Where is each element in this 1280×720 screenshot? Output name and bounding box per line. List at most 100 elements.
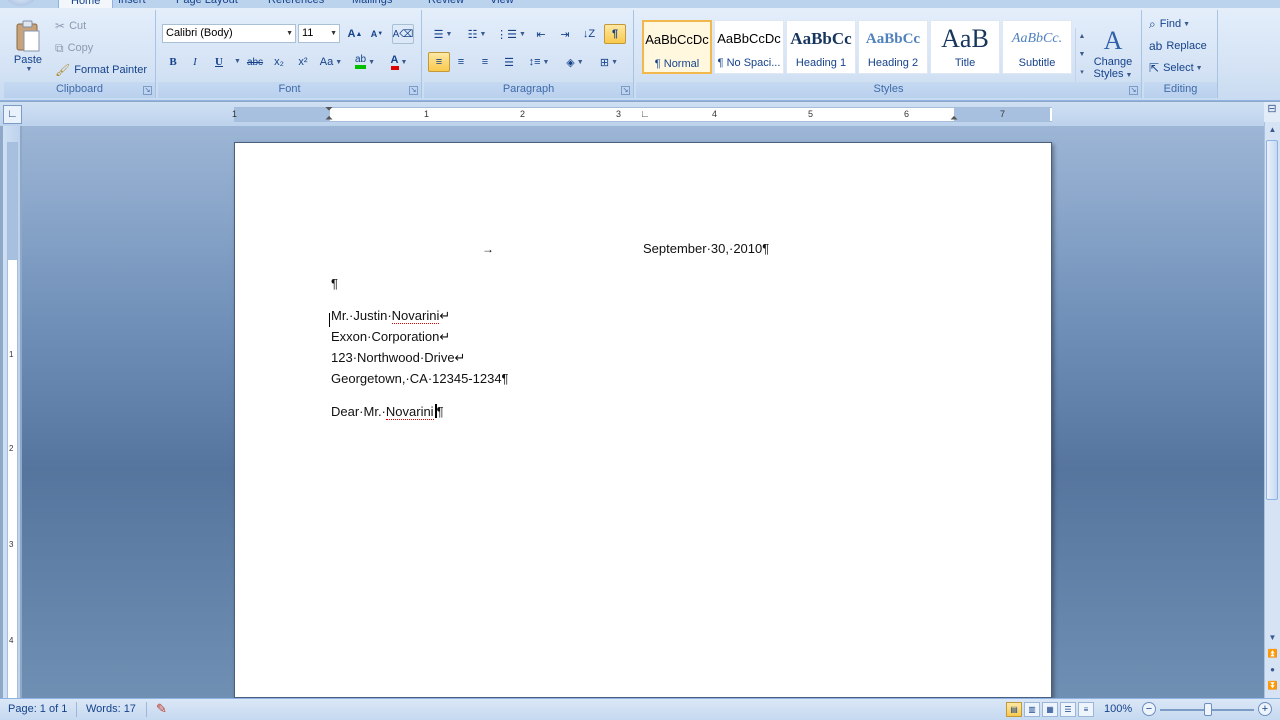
- style-heading-1[interactable]: AaBbCc Heading 1: [786, 20, 856, 74]
- underline-button[interactable]: U: [208, 52, 230, 72]
- align-center-button[interactable]: ≡: [450, 52, 472, 72]
- right-indent-marker[interactable]: ⏶: [950, 113, 958, 124]
- view-ruler-icon[interactable]: ⊟: [1264, 102, 1280, 122]
- borders-button[interactable]: ⊞ ▼: [594, 52, 624, 72]
- office-button[interactable]: [6, 0, 36, 6]
- sort-button[interactable]: ↓Z: [578, 24, 600, 44]
- previous-page-icon[interactable]: ⏫: [1265, 646, 1280, 662]
- tab-references[interactable]: References: [268, 0, 324, 8]
- empty-paragraph[interactable]: ¶: [331, 276, 338, 291]
- horizontal-ruler[interactable]: 1 1 2 3 4 5 6 7 ⏷ ⏶ ∟ ⏶: [232, 104, 1052, 124]
- tab-mailings[interactable]: Mailings: [352, 0, 392, 8]
- tab-insert[interactable]: Insert: [118, 0, 146, 8]
- increase-indent-button[interactable]: ⇥: [554, 24, 576, 44]
- paste-button[interactable]: Paste ▼: [8, 14, 48, 78]
- document-page[interactable]: → September·30,·2010¶ ¶ Mr.·Justin·Novar…: [234, 142, 1052, 698]
- paragraph-launcher-icon[interactable]: ↘: [621, 86, 630, 95]
- tab-home[interactable]: Home: [58, 0, 114, 8]
- gallery-up-icon[interactable]: ▲: [1076, 28, 1088, 46]
- style-name: Subtitle: [1018, 57, 1056, 69]
- italic-button[interactable]: I: [184, 52, 206, 72]
- print-layout-view-icon[interactable]: ▤: [1006, 702, 1022, 717]
- style-name: Heading 1: [795, 57, 847, 69]
- full-screen-reading-icon[interactable]: ▥: [1024, 702, 1040, 717]
- grow-font-button[interactable]: A ▲: [344, 24, 366, 44]
- vertical-scrollbar[interactable]: ▲ ▼ ⏫ ● ⏬: [1264, 102, 1280, 698]
- chevron-down-icon: ▼: [330, 30, 337, 37]
- style-subtitle[interactable]: AaBbCc. Subtitle: [1002, 20, 1072, 74]
- line-spacing-button[interactable]: ↕≡ ▼: [524, 52, 554, 72]
- replace-button[interactable]: ab Replace: [1148, 36, 1208, 56]
- justify-button[interactable]: ☰: [498, 52, 520, 72]
- format-painter-button[interactable]: 🖌 Format Painter: [54, 60, 148, 80]
- vertical-ruler[interactable]: 1 2 3 4: [3, 126, 20, 702]
- align-left-button[interactable]: ≡: [428, 52, 450, 72]
- web-layout-icon[interactable]: ▦: [1042, 702, 1058, 717]
- clear-formatting-button[interactable]: A⌫: [392, 24, 414, 44]
- cut-button[interactable]: ✂ Cut: [54, 16, 87, 36]
- shading-button[interactable]: ◈ ▼: [560, 52, 590, 72]
- outline-view-icon[interactable]: ☰: [1060, 702, 1076, 717]
- underline-dropdown-icon[interactable]: ▼: [234, 58, 241, 65]
- scroll-down-icon[interactable]: ▼: [1265, 630, 1280, 646]
- font-size-combo[interactable]: 11 ▼: [298, 24, 340, 43]
- shrink-font-button[interactable]: A ▼: [366, 24, 388, 44]
- style-heading-2[interactable]: AaBbCc Heading 2: [858, 20, 928, 74]
- change-styles-button[interactable]: A Change Styles ▼: [1090, 18, 1136, 88]
- style-sample: AaBbCc: [790, 29, 852, 48]
- style-normal[interactable]: AaBbCcDc ¶ Normal: [642, 20, 712, 74]
- paragraph-group: ☰ ▼ ☷ ▼ ⋮☰ ▼ ⇤ ⇥ ↓Z ¶ ≡ ≡ ≡ ☰ ↕≡ ▼ ◈ ▼ ⊞…: [424, 10, 634, 98]
- show-formatting-marks-button[interactable]: ¶: [604, 24, 626, 44]
- superscript-button[interactable]: x²: [292, 52, 314, 72]
- ribbon-tab-strip: Home Insert Page Layout References Maili…: [0, 0, 1280, 8]
- zoom-level[interactable]: 100%: [1104, 703, 1132, 715]
- font-launcher-icon[interactable]: ↘: [409, 86, 418, 95]
- align-right-button[interactable]: ≡: [474, 52, 496, 72]
- bold-button[interactable]: B: [162, 52, 184, 72]
- subscript-button[interactable]: x₂: [268, 52, 290, 72]
- gallery-more-icon[interactable]: ▾: [1076, 64, 1088, 82]
- proofing-errors-icon[interactable]: ✎: [156, 701, 167, 717]
- copy-button[interactable]: ⧉ Copy: [54, 38, 94, 58]
- word-count[interactable]: Words: 17: [86, 703, 136, 715]
- draft-view-icon[interactable]: ≡: [1078, 702, 1094, 717]
- date-line[interactable]: September·30,·2010¶: [643, 241, 769, 256]
- tab-view[interactable]: View: [490, 0, 514, 8]
- copy-label: Copy: [67, 42, 94, 54]
- font-color-button[interactable]: A ▼: [384, 52, 414, 72]
- change-styles-label-1: Change: [1093, 56, 1133, 68]
- scroll-thumb[interactable]: [1266, 140, 1278, 500]
- decrease-indent-button[interactable]: ⇤: [530, 24, 552, 44]
- zoom-slider-thumb[interactable]: [1204, 703, 1212, 716]
- change-case-button[interactable]: Aa ▼: [318, 52, 344, 72]
- hanging-indent-marker[interactable]: ⏶: [325, 113, 333, 124]
- font-family-combo[interactable]: Calibri (Body) ▼: [162, 24, 296, 43]
- find-button[interactable]: ⌕ Find ▼: [1148, 14, 1191, 34]
- tab-review[interactable]: Review: [428, 0, 464, 8]
- street-line[interactable]: 123·Northwood·Drive↵: [331, 350, 465, 366]
- highlight-color-button[interactable]: ab ▼: [350, 52, 380, 72]
- company-line[interactable]: Exxon·Corporation↵: [331, 329, 450, 345]
- zoom-out-icon[interactable]: −: [1142, 702, 1156, 716]
- bullets-button[interactable]: ☰ ▼: [428, 24, 458, 44]
- numbering-button[interactable]: ☷ ▼: [462, 24, 492, 44]
- strikethrough-button[interactable]: abc: [244, 52, 266, 72]
- gallery-down-icon[interactable]: ▼: [1076, 46, 1088, 64]
- zoom-in-icon[interactable]: +: [1258, 702, 1272, 716]
- style-no-spacing[interactable]: AaBbCcDc ¶ No Spaci...: [714, 20, 784, 74]
- page-count[interactable]: Page: 1 of 1: [8, 703, 67, 715]
- city-line[interactable]: Georgetown,·CA·12345-1234¶: [331, 371, 509, 386]
- tab-stop-marker[interactable]: ∟: [640, 109, 650, 120]
- multilevel-list-button[interactable]: ⋮☰ ▼: [496, 24, 526, 44]
- style-title[interactable]: AaB Title: [930, 20, 1000, 74]
- scroll-up-icon[interactable]: ▲: [1265, 122, 1280, 138]
- tab-selector[interactable]: ∟: [3, 105, 22, 124]
- salutation-line[interactable]: Dear·Mr.·Novarini ¶: [331, 404, 444, 420]
- select-browse-object-icon[interactable]: ●: [1265, 662, 1280, 678]
- paste-dropdown-icon: ▼: [25, 65, 33, 73]
- tab-page-layout[interactable]: Page Layout: [176, 0, 238, 8]
- recipient-name-line[interactable]: Mr.·Justin·Novarini↵: [331, 308, 450, 324]
- next-page-icon[interactable]: ⏬: [1265, 678, 1280, 694]
- clipboard-launcher-icon[interactable]: ↘: [143, 86, 152, 95]
- select-button[interactable]: ⇱ Select ▼: [1148, 58, 1204, 78]
